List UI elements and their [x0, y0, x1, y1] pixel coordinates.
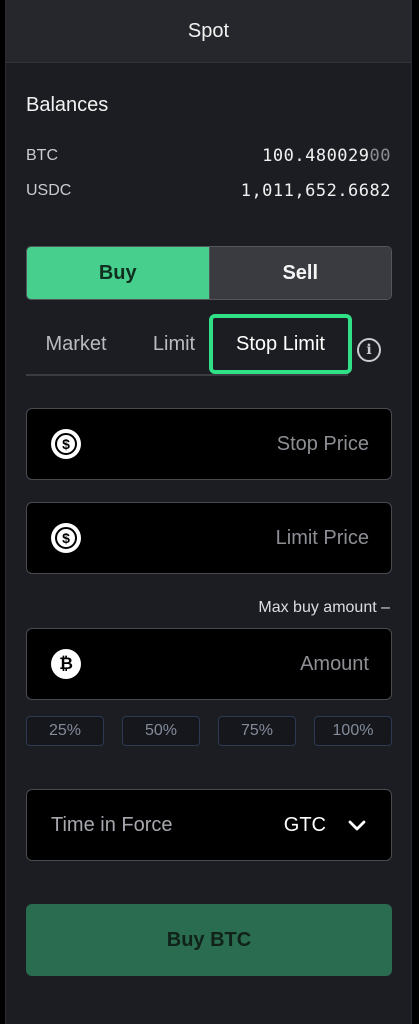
buy-btc-button[interactable]: Buy BTC	[26, 904, 392, 976]
limit-price-input[interactable]: $ Limit Price	[26, 502, 392, 574]
buy-side-button[interactable]: Buy	[27, 247, 209, 299]
stop-price-placeholder: Stop Price	[276, 432, 369, 455]
balance-row-usdc: USDC 1,011,652.6682	[26, 181, 391, 201]
tab-limit[interactable]: Limit	[132, 314, 216, 374]
side-toggle: Buy Sell	[26, 246, 392, 300]
balance-value-main: 1,011,652.6682	[240, 181, 391, 201]
panel-header: Spot	[6, 0, 411, 63]
percent-75-button[interactable]: 75%	[218, 716, 296, 746]
chevron-down-icon	[348, 820, 366, 831]
balance-value: 100.48002900	[262, 146, 391, 166]
time-in-force-value: GTC	[283, 814, 326, 836]
sell-side-button[interactable]: Sell	[208, 247, 391, 299]
tab-market[interactable]: Market	[26, 314, 126, 374]
tab-stop-limit[interactable]: Stop Limit	[209, 314, 352, 374]
balance-value-dim: 00	[369, 146, 391, 166]
btc-icon: ₿	[51, 649, 81, 679]
info-icon[interactable]: i	[357, 338, 381, 362]
balance-asset: BTC	[26, 147, 58, 164]
balance-row-btc: BTC 100.48002900	[26, 146, 391, 166]
stop-price-input[interactable]: $ Stop Price	[26, 408, 392, 480]
spot-panel: Spot Balances BTC 100.48002900 USDC 1,01…	[5, 0, 412, 1024]
balance-value: 1,011,652.6682	[241, 181, 391, 201]
percent-25-button[interactable]: 25%	[26, 716, 104, 746]
order-type-tabs: Market Limit Stop Limit i	[26, 314, 392, 378]
limit-price-placeholder: Limit Price	[275, 526, 369, 549]
balance-value-main: 100.480029	[262, 146, 370, 166]
amount-placeholder: Amount	[300, 652, 369, 675]
page-title: Spot	[187, 19, 230, 42]
balance-asset: USDC	[26, 182, 72, 199]
tabs-underline	[26, 374, 348, 376]
percent-50-button[interactable]: 50%	[122, 716, 200, 746]
percent-buttons: 25% 50% 75% 100%	[26, 716, 392, 746]
usdc-icon: $	[51, 523, 81, 553]
time-in-force-select[interactable]: Time in Force GTC	[26, 789, 392, 861]
usdc-icon: $	[51, 429, 81, 459]
max-buy-amount: Max buy amount –	[258, 599, 390, 616]
percent-100-button[interactable]: 100%	[314, 716, 392, 746]
time-in-force-label: Time in Force	[51, 814, 173, 836]
amount-input[interactable]: ₿ Amount	[26, 628, 392, 700]
balances-title: Balances	[26, 94, 109, 116]
